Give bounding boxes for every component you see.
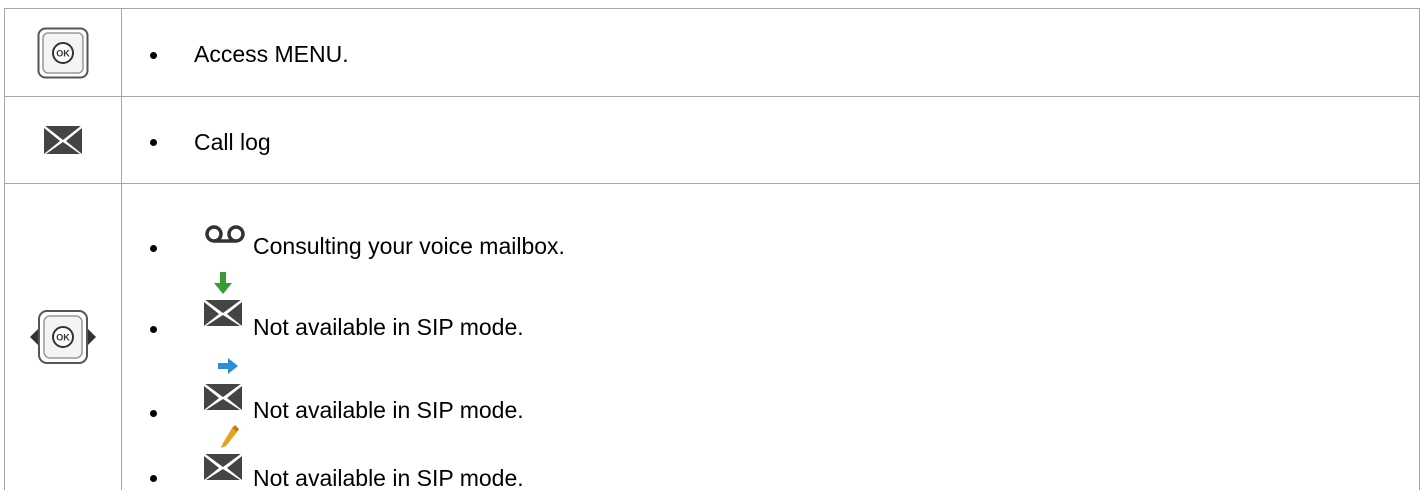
bullet [150,245,157,252]
key-cell: OK [4,9,121,96]
description-cell: Access MENU. [122,9,1420,96]
voicemail-icon [205,225,245,243]
description-cell: Call log [122,97,1420,183]
bullet [150,52,157,59]
ok-button-key-icon: OK [37,27,88,78]
key-cell [4,97,121,183]
item-text: Not available in SIP mode. [253,465,524,491]
bullet [150,326,157,333]
svg-text:OK: OK [56,48,70,58]
envelope-key-icon [43,125,82,154]
item-text: Not available in SIP mode. [253,397,524,423]
bullet [150,139,157,146]
item-text: Not available in SIP mode. [253,314,524,340]
item-text: Consulting your voice mailbox. [253,233,565,259]
bullet [150,475,157,482]
envelope-forward-arrow-icon [203,358,243,410]
envelope-incoming-arrow-icon [203,272,243,326]
description-cell: Consulting your voice mailbox. Not avail… [122,184,1420,491]
table-row: OK Access MENU. [4,9,1420,96]
key-cell: OK [4,184,121,490]
table-row: OK Consulting your voice mailbox. Not av… [4,184,1420,491]
envelope-pencil-icon [203,425,243,480]
item-text: Access MENU. [194,41,349,67]
shortcut-table: OK Access MENU. Call log OK Consulting y… [0,0,1424,491]
ok-navigator-left-right-key-icon: OK [29,310,96,364]
item-text: Call log [194,129,271,155]
svg-text:OK: OK [56,333,70,343]
bullet [150,410,157,417]
table-row: Call log [4,97,1420,183]
